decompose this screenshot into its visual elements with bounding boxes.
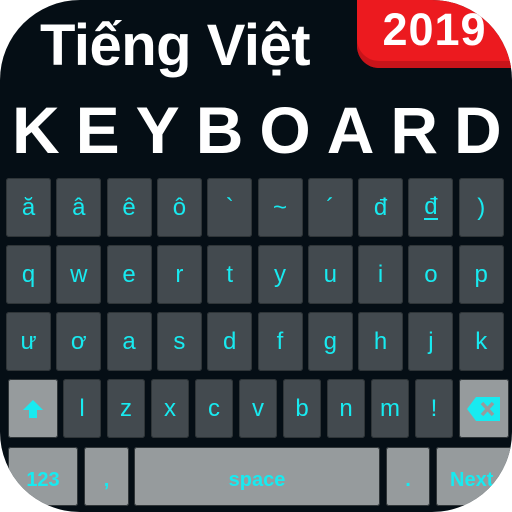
key-row3-7-label: h [373, 327, 388, 355]
key-row2-3-label: r [175, 260, 184, 288]
key-row1-1[interactable]: â [56, 178, 102, 237]
key-row3-1-label: ơ [70, 327, 87, 355]
key-row1-1-label: â [72, 193, 86, 221]
key-row4-0[interactable]: l [63, 379, 101, 438]
key-row4-6-label: n [339, 394, 353, 422]
space-key-label: space [228, 469, 286, 491]
key-row4-3-label: c [208, 394, 220, 422]
key-row2-8-label: o [424, 260, 438, 288]
key-row4-1[interactable]: z [107, 379, 145, 438]
title-vietnamese: Tiếng Việt [40, 13, 311, 78]
key-row3-9-label: k [475, 327, 488, 355]
year-badge-text: 2019 [382, 4, 487, 55]
key-row1-0-label: ă [21, 193, 36, 221]
key-row3-2[interactable]: a [106, 312, 152, 371]
key-row3-9[interactable]: k [458, 312, 504, 371]
key-row3-0[interactable]: ư [6, 312, 51, 371]
key-row4-5-label: b [295, 394, 309, 422]
key-row1-2-label: ê [122, 193, 136, 221]
key-row4-2[interactable]: x [151, 379, 189, 438]
key-row2-7-label: i [377, 260, 384, 288]
key-row1-3-label: ô [172, 193, 187, 221]
backspace-icon [467, 396, 500, 421]
numbers-key-label: 123 [26, 469, 60, 491]
key-row2-9[interactable]: p [458, 245, 504, 304]
key-row4-2-label: x [164, 394, 176, 422]
key-row1-8-label: đ [424, 192, 438, 220]
next-key[interactable]: Next [436, 447, 512, 506]
key-row1-3[interactable]: ô [156, 178, 202, 237]
period-key[interactable]: . [386, 447, 430, 506]
key-row2-6[interactable]: u [307, 245, 353, 304]
key-row2-1-label: w [70, 260, 88, 288]
key-row2-9-label: p [474, 260, 488, 288]
key-row1-4[interactable]: ` [207, 178, 253, 237]
key-row4-1-label: z [120, 394, 132, 422]
key-row3-2-label: a [122, 327, 136, 355]
key-row1-5[interactable]: ~ [257, 178, 303, 237]
key-row2-6-label: u [323, 260, 337, 288]
key-row3-5-label: f [276, 327, 284, 355]
app-icon: 2019 Tiếng Việt KEYBOARD ă â ê ô ` ~ ´ đ đ) q w e r t… [0, 0, 512, 512]
key-row2-2[interactable]: e [106, 245, 152, 304]
key-row2-1[interactable]: w [56, 245, 102, 304]
key-row2-0-label: q [21, 260, 36, 288]
key-row2-0[interactable]: q [6, 245, 51, 304]
key-row1-6-label: ´ [326, 193, 335, 221]
backspace-key[interactable] [459, 379, 509, 438]
period-key-label: . [405, 469, 411, 491]
key-row4-0-label: l [79, 394, 85, 422]
key-row1-0[interactable]: ă [6, 178, 51, 237]
shift-key[interactable] [8, 379, 58, 438]
key-row3-8-label: j [428, 327, 434, 355]
key-row2-8[interactable]: o [408, 245, 454, 304]
key-row4-7[interactable]: m [371, 379, 409, 438]
comma-key[interactable]: , [84, 447, 129, 506]
key-row3-3[interactable]: s [156, 312, 202, 371]
key-row2-2-label: e [122, 260, 136, 288]
key-row4-4-label: v [252, 394, 264, 422]
key-row3-0-label: ư [20, 327, 37, 355]
key-row2-5-label: y [274, 260, 286, 288]
key-row1-5-label: ~ [272, 193, 287, 221]
key-row1-6[interactable]: ´ [307, 178, 353, 237]
key-row2-4-label: t [226, 260, 234, 288]
key-row3-4-label: d [223, 327, 237, 355]
key-row4-3[interactable]: c [195, 379, 233, 438]
key-row1-9-label: ) [477, 193, 486, 221]
key-row3-1[interactable]: ơ [56, 312, 102, 371]
key-row1-7-label: đ [373, 193, 388, 221]
key-row1-9[interactable]: ) [458, 178, 504, 237]
key-row1-4-label: ` [225, 193, 234, 221]
numbers-key[interactable]: 123 [8, 447, 78, 506]
year-badge: 2019 [357, 0, 512, 68]
key-row1-7[interactable]: đ [358, 178, 404, 237]
key-row4-5[interactable]: b [283, 379, 321, 438]
key-row2-4[interactable]: t [207, 245, 253, 304]
key-row3-8[interactable]: j [408, 312, 454, 371]
key-row1-2[interactable]: ê [106, 178, 152, 237]
key-row3-5[interactable]: f [257, 312, 303, 371]
key-row4-4[interactable]: v [239, 379, 277, 438]
title-keyboard: KEYBOARD [12, 93, 512, 167]
key-row3-6[interactable]: g [307, 312, 353, 371]
key-row3-4[interactable]: d [207, 312, 253, 371]
space-key[interactable]: space [134, 447, 380, 506]
next-key-label: Next [450, 469, 494, 491]
key-row3-6-label: g [323, 327, 337, 355]
shift-arrow-icon [23, 399, 43, 418]
comma-key-label: , [103, 469, 110, 491]
key-row4-7-label: m [380, 394, 400, 422]
key-row4-8[interactable]: ! [415, 379, 453, 438]
key-row4-8-label: ! [430, 394, 438, 422]
key-row1-8[interactable]: đ [408, 178, 454, 237]
key-row4-6[interactable]: n [327, 379, 365, 438]
key-row2-5[interactable]: y [257, 245, 303, 304]
key-row3-7[interactable]: h [358, 312, 404, 371]
key-row3-3-label: s [173, 327, 186, 355]
key-row2-3[interactable]: r [156, 245, 202, 304]
key-row2-7[interactable]: i [358, 245, 404, 304]
